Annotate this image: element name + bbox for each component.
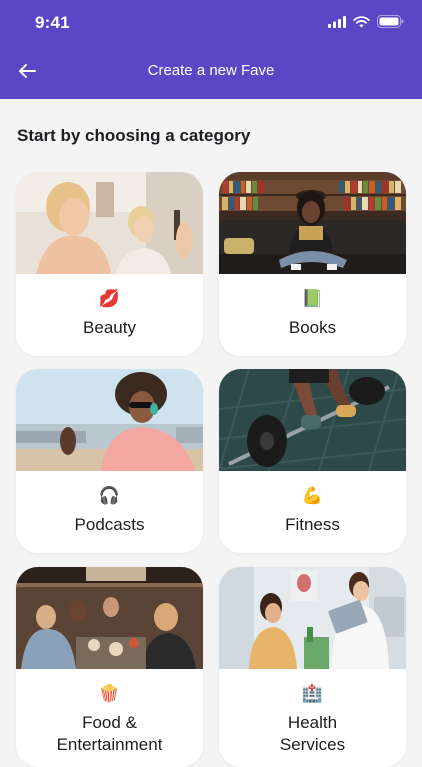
section-heading: Start by choosing a category [17,126,251,145]
wifi-icon [353,15,370,33]
lips-icon: 💋 [98,289,121,308]
category-label-line1: Food & [82,713,137,732]
category-card-books[interactable]: 📗 Books [219,172,406,356]
category-image-beauty [16,172,203,274]
category-card-beauty[interactable]: 💋 Beauty [16,172,203,356]
category-label: Beauty [83,318,136,337]
category-label: Podcasts [74,515,145,534]
flexed-biceps-icon: 💪 [301,486,324,505]
hospital-icon: 🏥 [301,684,324,703]
category-image-podcasts [16,369,203,471]
category-label-line1: Health [287,713,338,732]
category-card-podcasts[interactable]: 🎧 Podcasts [16,369,203,553]
category-label: Food & Entertainment [16,712,203,756]
category-label-line2: Entertainment [56,735,163,754]
battery-icon [377,15,404,33]
status-icons [328,15,404,33]
category-image-books [219,172,406,274]
headphones-icon: 🎧 [98,486,121,505]
category-image-food-entertainment [16,567,203,669]
cellular-signal-icon [328,15,346,33]
category-card-food-entertainment[interactable]: 🍿 Food & Entertainment [16,567,203,767]
app-header: 9:41 Create a new Fave [0,0,422,99]
category-label: Books [288,318,337,337]
category-card-fitness[interactable]: 💪 Fitness [219,369,406,553]
category-label: Health Services [219,712,406,756]
page-title: Create a new Fave [147,62,275,79]
green-book-icon: 📗 [301,289,324,308]
category-label: Fitness [285,515,340,534]
category-label-line2: Services [279,735,346,754]
popcorn-icon: 🍿 [98,684,121,703]
status-time: 9:41 [35,13,70,32]
category-card-health-services[interactable]: 🏥 Health Services [219,567,406,767]
category-image-fitness [219,369,406,471]
category-image-health-services [219,567,406,669]
